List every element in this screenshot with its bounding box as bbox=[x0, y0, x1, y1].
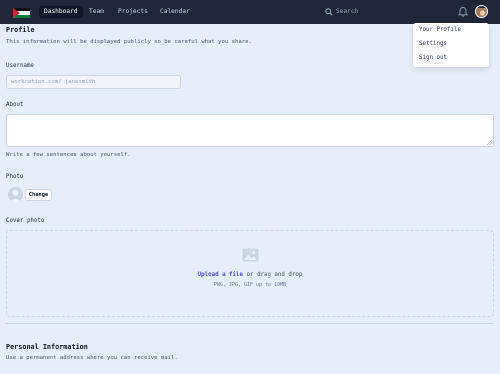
search-placeholder: Search bbox=[336, 8, 359, 15]
about-label: About bbox=[6, 102, 24, 108]
user-circle-icon bbox=[8, 187, 23, 202]
username-label: Username bbox=[6, 63, 34, 69]
search-icon bbox=[325, 8, 333, 16]
upload-instructions: Upload a file or drag and drop bbox=[7, 272, 493, 278]
menu-item-your-profile[interactable]: Your Profile bbox=[419, 27, 461, 33]
cover-photo-label: Cover photo bbox=[6, 218, 45, 224]
section-divider bbox=[6, 323, 494, 324]
nav-item-projects[interactable]: Projects bbox=[113, 6, 153, 18]
photo-label: Photo bbox=[6, 174, 24, 180]
personal-info-description: Use a permanent address where you can re… bbox=[6, 355, 178, 361]
upload-file-link[interactable]: Upload a file bbox=[198, 272, 243, 278]
bell-icon[interactable] bbox=[457, 6, 469, 18]
user-avatar[interactable] bbox=[475, 5, 488, 18]
drag-drop-text: or drag and drop bbox=[243, 272, 303, 278]
top-navbar: Dashboard Team Projects Calendar Search bbox=[0, 0, 500, 24]
profile-heading: Profile bbox=[6, 26, 35, 34]
cover-photo-dropzone[interactable]: Upload a file or drag and drop PNG, JPG,… bbox=[6, 230, 494, 317]
nav-item-calendar[interactable]: Calendar bbox=[155, 6, 195, 18]
profile-description: This information will be displayed publi… bbox=[6, 39, 252, 45]
image-icon bbox=[242, 248, 259, 262]
search-field[interactable]: Search bbox=[325, 6, 435, 18]
nav-item-dashboard[interactable]: Dashboard bbox=[39, 6, 83, 18]
change-photo-button[interactable]: Change bbox=[25, 189, 52, 201]
menu-item-sign-out[interactable]: Sign out bbox=[419, 55, 447, 61]
nav-item-team[interactable]: Team bbox=[84, 6, 109, 18]
upload-hint: PNG, JPG, GIF up to 10MB bbox=[213, 282, 287, 288]
resize-handle-icon[interactable] bbox=[487, 140, 492, 145]
username-input[interactable]: workcation.com/ janesmith bbox=[6, 75, 181, 89]
about-hint: Write a few sentences about yourself. bbox=[6, 152, 131, 158]
menu-item-settings[interactable]: Settings bbox=[419, 41, 447, 47]
user-menu-dropdown: Your Profile Settings Sign out bbox=[413, 23, 489, 67]
personal-info-heading: Personal Information bbox=[6, 343, 88, 351]
flag-logo-icon[interactable] bbox=[13, 8, 30, 18]
about-textarea[interactable] bbox=[6, 114, 494, 147]
